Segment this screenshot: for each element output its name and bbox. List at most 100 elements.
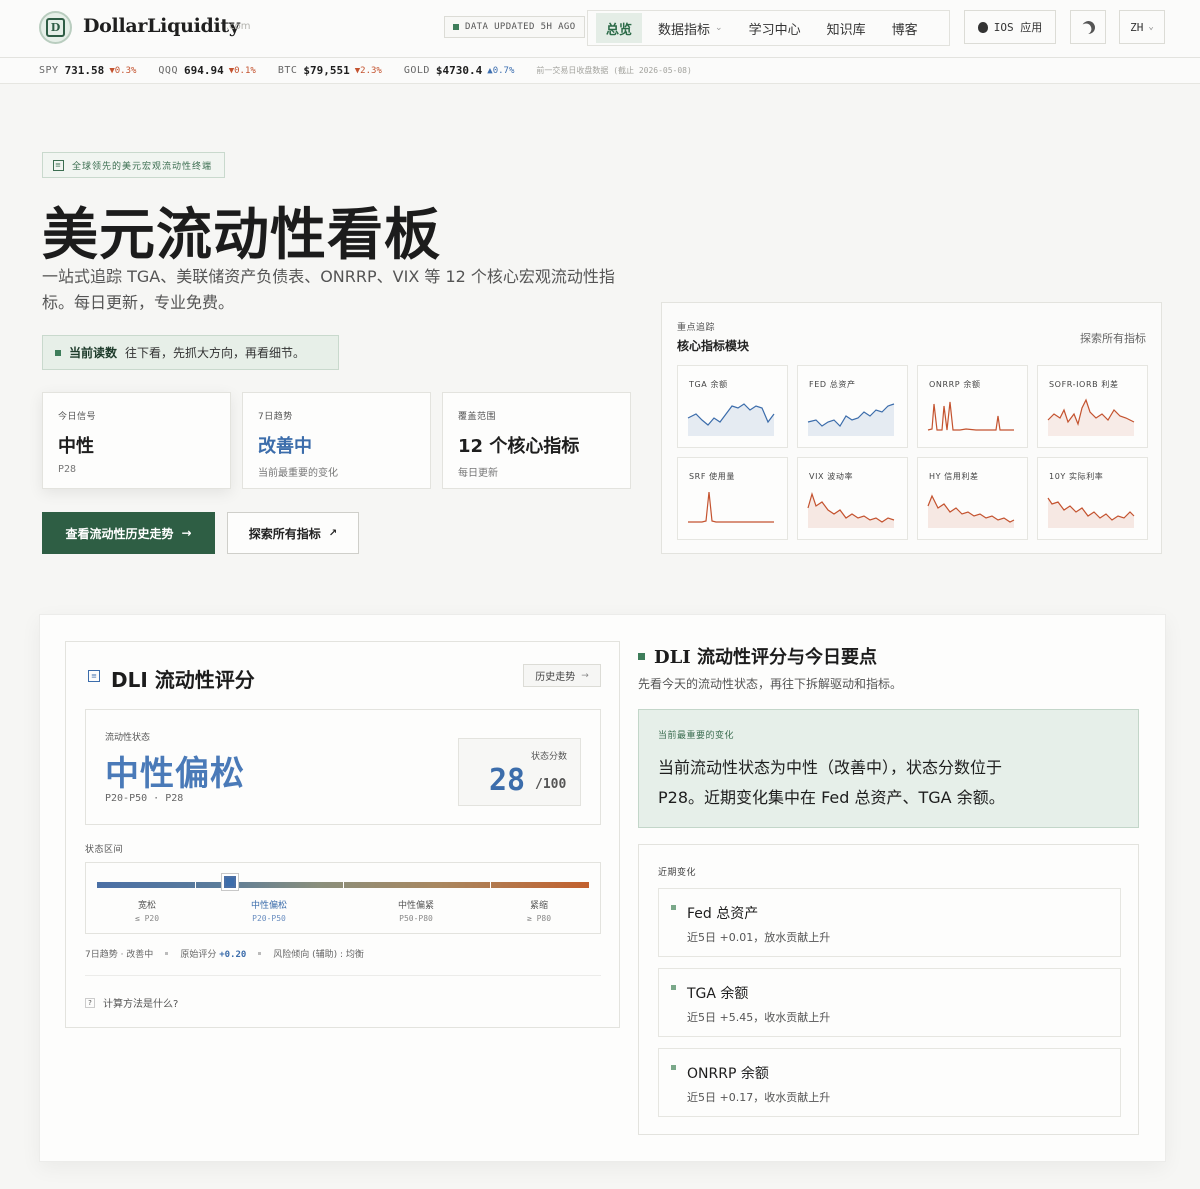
summary-title: DLI 流动性评分与今日要点 <box>638 643 877 669</box>
sparkline <box>688 491 774 523</box>
module-card-sofr[interactable]: SOFR-IORB 利差 <box>1037 365 1148 448</box>
module-label: TGA 余额 <box>689 380 728 389</box>
change-name: ONRRP 余额 <box>687 1066 769 1082</box>
stat-card-signal: 今日信号 中性 P28 <box>42 392 231 489</box>
brand-name[interactable]: DollarLiquidity <box>83 15 240 37</box>
score-value: 28 <box>489 763 526 798</box>
zone-bar <box>97 882 589 888</box>
sparkline <box>807 403 895 436</box>
arrow-right-icon: → <box>581 670 589 681</box>
view-history-button[interactable]: 查看流动性历史走势 → <box>42 512 215 554</box>
ios-app-label: IOS 应用 <box>993 21 1043 34</box>
square-icon <box>671 905 676 910</box>
module-label: VIX 波动率 <box>809 472 854 481</box>
question-icon: ? <box>85 997 95 1008</box>
ticker-change: ▼0.3% <box>109 65 137 76</box>
zone-marker <box>222 874 238 890</box>
main-nav: 总览 数据指标 ⌄ 学习中心 知识库 博客 <box>587 10 950 46</box>
stat-label: 覆盖范围 <box>458 412 497 422</box>
module-label: SRF 使用量 <box>689 472 735 481</box>
score-icon: ≡ <box>88 670 100 682</box>
brand-tld: .com <box>226 21 251 32</box>
module-label: 10Y 实际利率 <box>1049 472 1104 481</box>
stat-value: 中性 <box>58 436 94 457</box>
module-card-hy[interactable]: HY 信用利差 <box>917 457 1028 540</box>
state-box: 流动性状态 中性偏松 P20-P50 · P28 状态分数 28 /100 <box>85 709 601 825</box>
nav-overview[interactable]: 总览 <box>596 13 643 43</box>
ticker-item: QQQ 694.94 ▼0.1% <box>158 64 255 77</box>
dli-title: DLI 流动性评分 <box>111 668 255 692</box>
explore-all-link[interactable]: 探索所有指标 <box>1080 330 1146 346</box>
hero-badge: ≡ 全球领先的美元宏观流动性终端 <box>42 152 226 178</box>
explore-indicators-label: 探索所有指标 <box>248 526 321 541</box>
zone-neutral-tight: 中性偏紧 P50-P80 <box>397 901 434 923</box>
current-reading: 当前读数 往下看，先抓大方向，再看细节。 <box>42 335 339 370</box>
ticker-change: ▼2.3% <box>354 65 382 76</box>
explore-indicators-button[interactable]: 探索所有指标 ↗ <box>227 512 359 554</box>
module-card-srf[interactable]: SRF 使用量 <box>677 457 788 540</box>
key-change-text: 当前流动性状态为中性（改善中），状态分数位于 P28。近期变化集中在 Fed 总… <box>658 758 1005 807</box>
ticker-value: 694.94 <box>183 64 224 77</box>
separator <box>165 952 169 955</box>
ticker-item: SPY 731.58 ▼0.3% <box>39 64 136 77</box>
stat-label: 今日信号 <box>58 412 97 422</box>
list-item[interactable]: TGA 余额 近5日 +5.45，收水贡献上升 <box>658 968 1121 1037</box>
language-select[interactable]: ZH ⌄ <box>1119 10 1165 44</box>
core-title: 核心指标模块 <box>677 339 750 353</box>
zone-tight: 紧缩 ≥ P80 <box>526 901 552 923</box>
terminal-icon: ≡ <box>53 159 64 171</box>
module-card-vix[interactable]: VIX 波动率 <box>797 457 908 540</box>
zone-gauge: 宽松 ≤ P20 中性偏松 P20-P50 中性偏紧 P50-P80 紧缩 ≥ … <box>85 862 601 934</box>
core-modules-panel: 重点追踪 核心指标模块 探索所有指标 TGA 余额 FED 总资产 ONRRP … <box>661 302 1162 554</box>
market-ticker: SPY 731.58 ▼0.3% QQQ 694.94 ▼0.1% BTC $7… <box>0 58 1200 84</box>
summary-title-text: DLI 流动性评分与今日要点 <box>654 647 877 668</box>
ticker-symbol: SPY <box>39 65 59 76</box>
ticker-item: GOLD $4730.4 ▲0.7% <box>404 64 515 77</box>
square-icon <box>638 652 645 660</box>
stat-sub: 每日更新 <box>458 468 498 479</box>
score-label: 状态分数 <box>530 752 567 762</box>
nav-knowledge[interactable]: 知识库 <box>817 13 876 43</box>
ticker-value: $79,551 <box>303 64 350 77</box>
change-name: Fed 总资产 <box>687 906 759 922</box>
change-desc: 近5日 +5.45，收水贡献上升 <box>687 1011 831 1024</box>
square-icon <box>671 985 676 990</box>
nav-blog[interactable]: 博客 <box>882 13 928 43</box>
square-icon <box>55 349 61 356</box>
zone-divider <box>343 882 344 888</box>
ticker-symbol: QQQ <box>158 65 178 76</box>
score-denominator: /100 <box>535 777 567 792</box>
nav-indicators[interactable]: 数据指标 ⌄ <box>648 13 733 43</box>
status-dot-icon <box>453 24 459 30</box>
module-card-onrrp[interactable]: ONRRP 余额 <box>917 365 1028 448</box>
list-item[interactable]: ONRRP 余额 近5日 +0.17，收水贡献上升 <box>658 1048 1121 1117</box>
ios-app-button[interactable]: IOS 应用 <box>964 10 1056 44</box>
ticker-change: ▼0.1% <box>228 65 256 76</box>
separator <box>258 952 262 955</box>
history-button[interactable]: 历史走势 → <box>523 664 601 687</box>
module-label: ONRRP 余额 <box>929 380 981 389</box>
nav-learning[interactable]: 学习中心 <box>739 13 811 43</box>
data-updated-text: DATA UPDATED 5H AGO <box>465 22 576 32</box>
module-card-tga[interactable]: TGA 余额 <box>677 365 788 448</box>
ticker-note: 前一交易日收盘数据 (截止 2026-05-08) <box>536 66 692 75</box>
zone-neutral-loose: 中性偏松 P20-P50 <box>250 901 287 923</box>
ticker-value: 731.58 <box>64 64 105 77</box>
ticker-item: BTC $79,551 ▼2.3% <box>278 64 382 77</box>
top-header: D DollarLiquidity .com DATA UPDATED 5H A… <box>0 0 1200 58</box>
calc-method-link[interactable]: ? 计算方法是什么? <box>85 995 178 1010</box>
module-label: SOFR-IORB 利差 <box>1049 380 1119 389</box>
state-value: 中性偏松 <box>105 754 245 794</box>
theme-toggle-button[interactable] <box>1070 10 1106 44</box>
list-item[interactable]: Fed 总资产 近5日 +0.01，放水贡献上升 <box>658 888 1121 957</box>
key-change-label: 当前最重要的变化 <box>658 731 735 741</box>
stat-value: 改善中 <box>258 436 312 457</box>
hero-badge-text: 全球领先的美元宏观流动性终端 <box>72 161 213 172</box>
stat-card-coverage: 覆盖范围 12 个核心指标 每日更新 <box>442 392 631 489</box>
module-card-fed[interactable]: FED 总资产 <box>797 365 908 448</box>
module-card-10y[interactable]: 10Y 实际利率 <box>1037 457 1148 540</box>
logo-icon[interactable]: D <box>39 11 72 44</box>
state-label: 流动性状态 <box>105 733 151 743</box>
sparkline <box>1047 497 1135 528</box>
chevron-down-icon: ⌄ <box>1148 22 1154 32</box>
